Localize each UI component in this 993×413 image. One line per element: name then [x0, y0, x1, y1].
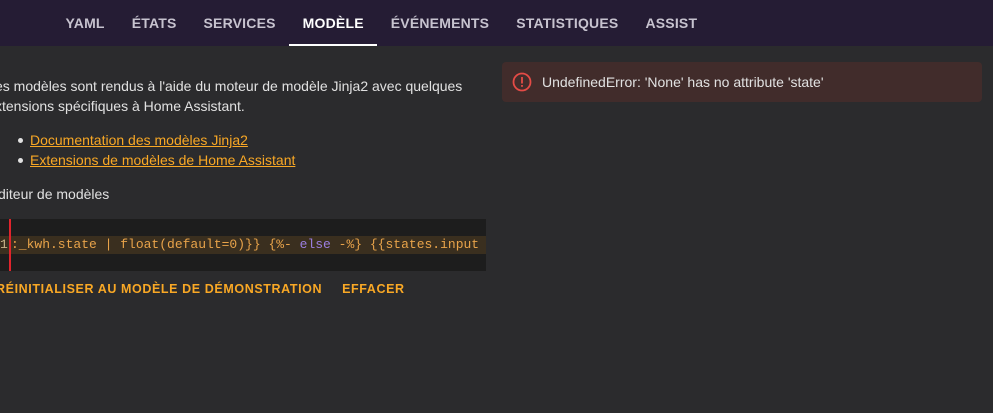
- tab-services[interactable]: SERVICES: [190, 0, 289, 46]
- top-app-bar: YAML ÉTATS SERVICES MODÈLE ÉVÉNEMENTS ST…: [0, 0, 993, 46]
- tab-statistics[interactable]: STATISTIQUES: [503, 0, 632, 46]
- intro-line-2: xtensions spécifiques à Home Assistant.: [0, 98, 245, 114]
- tab-states[interactable]: ÉTATS: [118, 0, 190, 46]
- editor-label: diteur de modèles: [0, 186, 110, 202]
- jinja2-docs-link[interactable]: Documentation des modèles Jinja2: [30, 130, 248, 150]
- editor-gutter-marker: [9, 219, 11, 271]
- tab-template[interactable]: MODÈLE: [289, 0, 378, 46]
- intro-text: es modèles sont rendus à l'aide du moteu…: [0, 76, 485, 116]
- code-text-1: :_kwh.state | float(default=0)}} {%-: [11, 237, 300, 252]
- alert-circle-icon: [512, 72, 532, 92]
- error-alert: UndefinedError: 'None' has no attribute …: [502, 62, 982, 102]
- code-line[interactable]: 1:_kwh.state | float(default=0)}} {%- el…: [0, 236, 486, 254]
- bullet-icon: [18, 137, 23, 143]
- code-text-2: -%} {{states.input: [330, 237, 480, 252]
- clear-button[interactable]: EFFACER: [342, 282, 405, 296]
- tab-bar: YAML ÉTATS SERVICES MODÈLE ÉVÉNEMENTS ST…: [52, 0, 711, 46]
- tab-assist[interactable]: ASSIST: [632, 0, 711, 46]
- template-panel: es modèles sont rendus à l'aide du moteu…: [0, 46, 486, 413]
- tab-yaml[interactable]: YAML: [52, 0, 118, 46]
- intro-line-1: es modèles sont rendus à l'aide du moteu…: [0, 78, 463, 94]
- template-code-editor[interactable]: 1:_kwh.state | float(default=0)}} {%- el…: [0, 219, 486, 271]
- tab-events[interactable]: ÉVÉNEMENTS: [377, 0, 502, 46]
- doc-links-list: Documentation des modèles Jinja2 Extensi…: [18, 130, 295, 170]
- ha-extensions-link[interactable]: Extensions de modèles de Home Assistant: [30, 150, 295, 170]
- editor-actions: RÉINITIALISER AU MODÈLE DE DÉMONSTRATION…: [0, 282, 425, 296]
- bullet-icon: [18, 157, 23, 163]
- reset-to-demo-button[interactable]: RÉINITIALISER AU MODÈLE DE DÉMONSTRATION: [0, 282, 322, 296]
- list-item: Extensions de modèles de Home Assistant: [18, 150, 295, 170]
- list-item: Documentation des modèles Jinja2: [18, 130, 295, 150]
- error-message: UndefinedError: 'None' has no attribute …: [542, 74, 824, 90]
- code-keyword: else: [299, 237, 331, 252]
